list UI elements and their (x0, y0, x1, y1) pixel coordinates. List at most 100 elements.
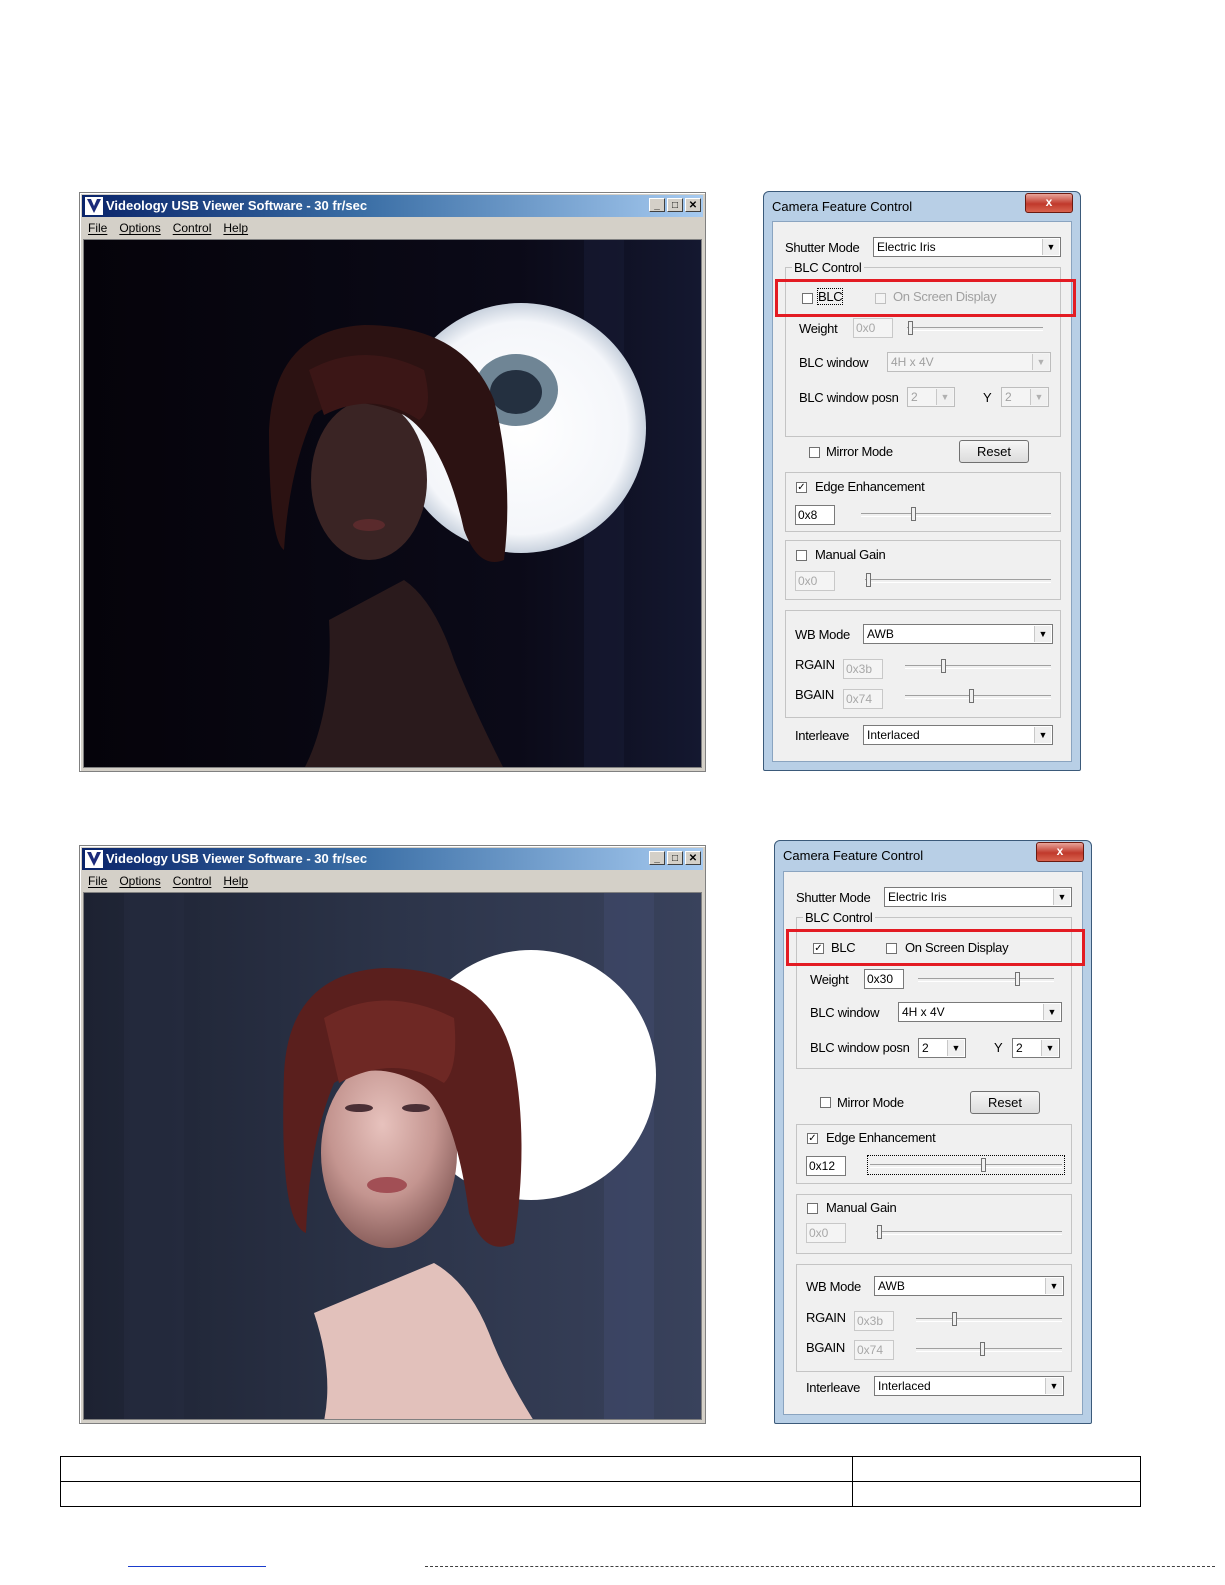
chevron-down-icon[interactable]: ▼ (1034, 626, 1051, 642)
footer-table (60, 1456, 1141, 1507)
shutter-mode-value: Electric Iris (877, 240, 936, 254)
weight-slider[interactable] (918, 972, 1054, 986)
maximize-icon[interactable]: □ (667, 198, 683, 212)
blc-posn-x-select[interactable]: 2 ▼ (907, 387, 955, 407)
chevron-down-icon[interactable]: ▼ (1041, 1040, 1058, 1056)
viewer-title-bar[interactable]: Videology USB Viewer Software - 30 fr/se… (82, 848, 703, 870)
menu-file[interactable]: File (88, 218, 107, 238)
shutter-mode-select[interactable]: Electric Iris ▼ (873, 237, 1061, 257)
menu-options[interactable]: Options (119, 218, 160, 238)
chevron-down-icon[interactable]: ▼ (1030, 389, 1047, 405)
slider-track (905, 695, 1051, 699)
chevron-down-icon[interactable]: ▼ (1045, 1378, 1062, 1394)
maximize-icon[interactable]: □ (667, 851, 683, 865)
panel-title: Camera Feature Control (783, 848, 924, 863)
close-icon[interactable]: x (1036, 842, 1084, 862)
menu-control[interactable]: Control (173, 871, 212, 891)
wb-mode-select[interactable]: AWB ▼ (874, 1276, 1064, 1296)
blc-window-label: BLC window (799, 355, 869, 370)
edge-enhancement-checkbox[interactable]: ✓ (796, 482, 807, 493)
chevron-down-icon[interactable]: ▼ (1032, 354, 1049, 370)
slider-thumb[interactable] (980, 1342, 986, 1356)
bgain-slider[interactable] (916, 1342, 1062, 1356)
weight-field[interactable]: 0x30 (864, 969, 904, 989)
chevron-down-icon[interactable]: ▼ (1042, 239, 1059, 255)
manual-gain-checkbox[interactable] (796, 550, 807, 561)
wb-mode-value: AWB (867, 627, 894, 641)
chevron-down-icon[interactable]: ▼ (1053, 889, 1070, 905)
edge-value-field[interactable]: 0x12 (806, 1156, 846, 1176)
close-icon[interactable]: x (1025, 193, 1073, 213)
blc-control-legend: BLC Control (792, 260, 864, 275)
rgain-field[interactable]: 0x3b (854, 1311, 894, 1331)
edge-slider[interactable] (867, 1155, 1065, 1175)
wb-mode-select[interactable]: AWB ▼ (863, 624, 1053, 644)
slider-thumb[interactable] (981, 1158, 987, 1172)
shutter-mode-select[interactable]: Electric Iris ▼ (884, 887, 1072, 907)
edge-enhancement-checkbox[interactable]: ✓ (807, 1133, 818, 1144)
menu-options[interactable]: Options (119, 871, 160, 891)
close-icon[interactable]: ✕ (685, 198, 701, 212)
edge-value-field[interactable]: 0x8 (795, 505, 835, 525)
slider-thumb[interactable] (866, 573, 871, 587)
viewer-title-bar[interactable]: Videology USB Viewer Software - 30 fr/se… (82, 195, 703, 217)
interleave-select[interactable]: Interlaced ▼ (874, 1376, 1064, 1396)
slider-thumb[interactable] (908, 321, 913, 335)
slider-thumb[interactable] (969, 689, 975, 703)
table-row (60, 1456, 1141, 1482)
gain-value-field[interactable]: 0x0 (795, 571, 835, 591)
chevron-down-icon[interactable]: ▼ (1043, 1004, 1060, 1020)
videology-logo-icon (85, 197, 103, 215)
interleave-value: Interlaced (867, 728, 920, 742)
slider-thumb[interactable] (877, 1225, 882, 1239)
blc-posn-x-select[interactable]: 2 ▼ (918, 1038, 966, 1058)
highlight-box (786, 929, 1085, 966)
rgain-field[interactable]: 0x3b (843, 659, 883, 679)
mirror-mode-checkbox[interactable] (809, 447, 820, 458)
blc-posn-y-select[interactable]: 2 ▼ (1001, 387, 1049, 407)
slider-thumb[interactable] (951, 1312, 957, 1326)
minimize-icon[interactable]: _ (649, 198, 665, 212)
edge-slider[interactable] (861, 507, 1051, 521)
rgain-slider[interactable] (916, 1312, 1062, 1326)
reset-button[interactable]: Reset (959, 440, 1029, 463)
bgain-field[interactable]: 0x74 (854, 1340, 894, 1360)
chevron-down-icon[interactable]: ▼ (1034, 727, 1051, 743)
chevron-down-icon[interactable]: ▼ (947, 1040, 964, 1056)
gain-slider[interactable] (876, 1225, 1062, 1239)
bgain-slider[interactable] (905, 689, 1051, 703)
chevron-down-icon[interactable]: ▼ (936, 389, 953, 405)
rgain-slider[interactable] (905, 659, 1051, 673)
bgain-field[interactable]: 0x74 (843, 689, 883, 709)
blc-window-select[interactable]: 4H x 4V ▼ (887, 352, 1051, 372)
blc-control-legend: BLC Control (803, 910, 875, 925)
menu-help[interactable]: Help (223, 218, 248, 238)
blc-window-select[interactable]: 4H x 4V ▼ (898, 1002, 1062, 1022)
gain-value-field[interactable]: 0x0 (806, 1223, 846, 1243)
viewer-window-1: Videology USB Viewer Software - 30 fr/se… (79, 192, 706, 772)
weight-field[interactable]: 0x0 (853, 318, 893, 338)
edge-enhancement-label: Edge Enhancement (815, 479, 925, 494)
slider-thumb[interactable] (1015, 972, 1020, 986)
menu-help[interactable]: Help (223, 871, 248, 891)
slider-thumb[interactable] (940, 659, 946, 673)
slider-track (870, 1164, 1062, 1168)
blc-posn-y-value: 2 (1005, 390, 1012, 404)
bgain-label: BGAIN (795, 687, 834, 702)
menu-control[interactable]: Control (173, 218, 212, 238)
blc-posn-x-value: 2 (922, 1041, 929, 1055)
manual-gain-checkbox[interactable] (807, 1203, 818, 1214)
weight-slider[interactable] (907, 321, 1043, 335)
minimize-icon[interactable]: _ (649, 851, 665, 865)
interleave-select[interactable]: Interlaced ▼ (863, 725, 1053, 745)
blc-posn-y-select[interactable]: 2 ▼ (1012, 1038, 1060, 1058)
mirror-mode-label: Mirror Mode (837, 1095, 904, 1110)
mirror-mode-checkbox[interactable] (820, 1097, 831, 1108)
chevron-down-icon[interactable]: ▼ (1045, 1278, 1062, 1294)
menu-file[interactable]: File (88, 871, 107, 891)
videology-logo-icon (85, 850, 103, 868)
gain-slider[interactable] (865, 573, 1051, 587)
reset-button[interactable]: Reset (970, 1091, 1040, 1114)
slider-thumb[interactable] (911, 507, 917, 521)
close-icon[interactable]: ✕ (685, 851, 701, 865)
